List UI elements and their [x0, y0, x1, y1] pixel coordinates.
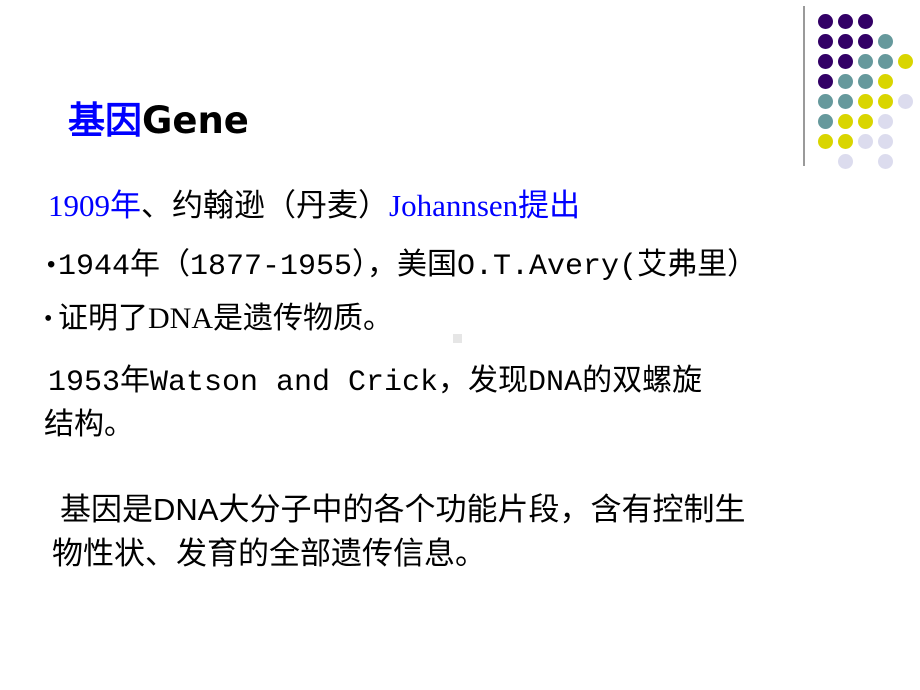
decorative-dot [878, 94, 893, 109]
page-title-english: Gene [142, 99, 249, 142]
decorative-dot [838, 94, 853, 109]
decorative-dot [878, 54, 893, 69]
body-line-2-text: 1944年（1877-1955），美国O.T.Avery(艾弗里） [58, 250, 758, 284]
body-line-5: 结构。 [44, 404, 134, 446]
decorative-dot [858, 74, 873, 89]
decorative-dot [838, 34, 853, 49]
gray-square-artifact [453, 334, 462, 343]
definition-paragraph-line-a: 基因是DNA大分子中的各个功能片段，含有控制生 [60, 492, 746, 527]
body-line-1-name-en: Johannsen提出 [389, 188, 581, 223]
body-line-3-text: 证明了DNA是遗传物质。 [58, 302, 393, 335]
decorative-dot [858, 54, 873, 69]
decorative-dot [858, 94, 873, 109]
decorative-dot [818, 134, 833, 149]
decorative-dot [818, 94, 833, 109]
decorative-dot [878, 114, 893, 129]
decorative-dot [818, 34, 833, 49]
decorative-dot [858, 14, 873, 29]
decorative-dot [818, 54, 833, 69]
decorative-dot [878, 34, 893, 49]
decorative-dot [898, 94, 913, 109]
body-line-4-text: 1953年Watson and Crick，发现DNA的双螺旋 [48, 366, 703, 400]
decorative-dot [858, 134, 873, 149]
definition-paragraph-line-b: 物性状、发育的全部遗传信息。 [52, 536, 486, 571]
decorative-dot [878, 134, 893, 149]
presentation-slide: 基因Gene 1909年、约翰逊（丹麦）Johannsen提出 •1944年（1… [0, 0, 920, 690]
page-title-chinese: 基因 [68, 99, 142, 142]
body-line-5-text: 结构。 [44, 408, 134, 441]
decorative-dot [818, 74, 833, 89]
decorative-dot [838, 154, 853, 169]
decorative-dot-grid [818, 14, 918, 184]
definition-paragraph: 基因是DNA大分子中的各个功能片段，含有控制生 物性状、发育的全部遗传信息。 [52, 488, 870, 576]
body-line-1: 1909年、约翰逊（丹麦）Johannsen提出 [48, 186, 580, 226]
bullet-marker: • [44, 253, 59, 280]
decorative-dot [838, 114, 853, 129]
body-line-4: 1953年Watson and Crick，发现DNA的双螺旋 [48, 362, 702, 404]
decorative-dot [858, 34, 873, 49]
decorative-dot [838, 134, 853, 149]
decorative-dot [898, 54, 913, 69]
body-line-2: •1944年（1877-1955），美国O.T.Avery(艾弗里） [44, 247, 757, 287]
decorative-dot [858, 114, 873, 129]
decorative-dot [878, 74, 893, 89]
corner-divider [803, 6, 805, 166]
decorative-dot [838, 74, 853, 89]
decorative-dot [838, 54, 853, 69]
bullet-marker: • [44, 306, 53, 332]
body-line-1-year: 1909年 [48, 188, 141, 223]
decorative-dot [838, 14, 853, 29]
decorative-dot [818, 14, 833, 29]
decorative-dot [818, 114, 833, 129]
page-title: 基因Gene [68, 98, 249, 144]
decorative-dot [878, 154, 893, 169]
body-line-3: • 证明了DNA是遗传物质。 [44, 299, 393, 339]
body-line-1-name-cn: 、约翰逊（丹麦） [141, 188, 389, 223]
